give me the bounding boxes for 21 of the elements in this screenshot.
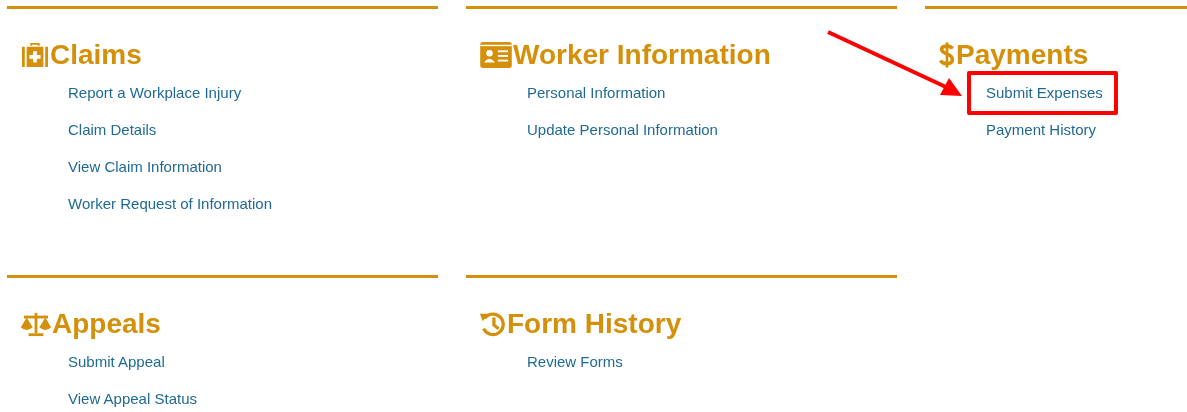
nav-link[interactable]: Payment History [986, 120, 1097, 140]
history-icon [479, 310, 507, 338]
dollar-icon [938, 41, 956, 69]
nav-link[interactable]: Personal Information [527, 83, 666, 103]
nav-link[interactable]: View Claim Information [68, 157, 222, 177]
nav-link[interactable]: Report a Workplace Injury [68, 83, 242, 103]
scales-icon [20, 311, 52, 337]
medkit-icon [20, 42, 50, 68]
section-title: Claims [50, 39, 142, 71]
nav-link[interactable]: Submit Appeal [68, 352, 165, 372]
nav-link[interactable]: Claim Details [68, 120, 157, 140]
id-card-icon [479, 42, 513, 68]
nav-link[interactable]: Update Personal Information [527, 120, 718, 140]
nav-link[interactable]: View Appeal Status [68, 389, 197, 409]
section-title: Form History [507, 308, 682, 340]
section-title: Worker Information [513, 39, 771, 71]
nav-link[interactable]: Review Forms [527, 352, 623, 372]
nav-link[interactable]: Worker Request of Information [68, 194, 272, 214]
nav-link[interactable]: Submit Expenses [967, 71, 1118, 115]
section-title: Payments [956, 39, 1089, 71]
section-title: Appeals [52, 308, 161, 340]
